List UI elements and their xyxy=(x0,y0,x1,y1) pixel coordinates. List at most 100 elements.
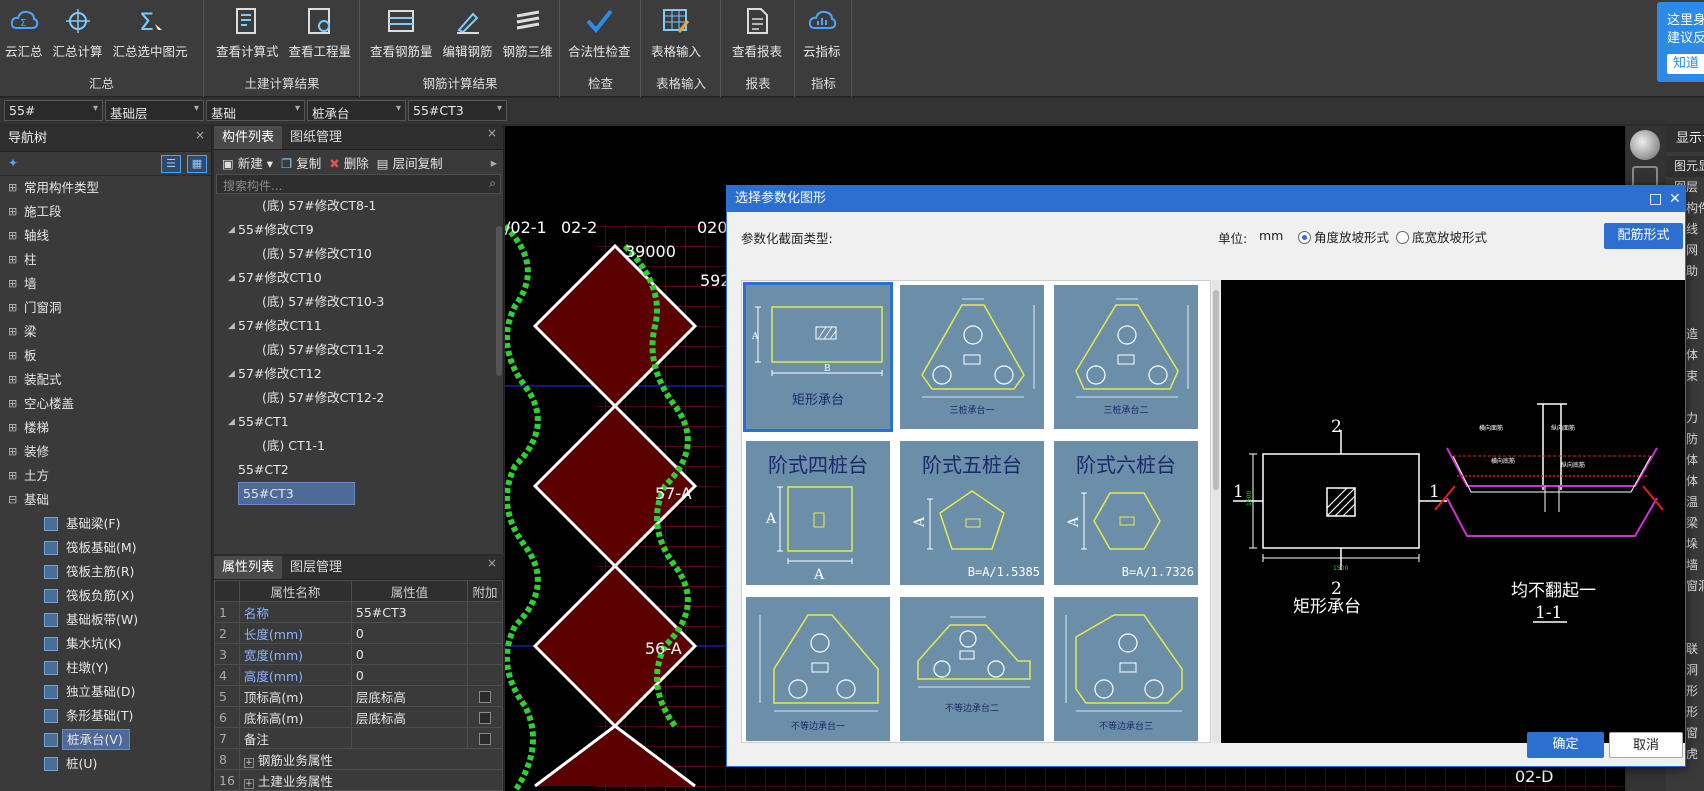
component-item[interactable]: (底) 57#修改CT10-3 xyxy=(214,290,503,314)
tree-collapse-icon[interactable]: ◢ xyxy=(228,266,235,290)
component-item[interactable]: ◢ 57#修改CT10 xyxy=(214,266,503,290)
nav-item[interactable]: ⊞ 门窗洞 xyxy=(0,296,211,320)
property-row[interactable]: 16 + 土建业务属性 xyxy=(214,769,504,791)
expand-icon[interactable]: + xyxy=(243,778,254,789)
component-item[interactable]: ◢ 57#修改CT11 xyxy=(214,314,503,338)
nav-sub-item[interactable]: 筏板负筋(X) xyxy=(0,584,211,608)
shape-tile-three-pile-2[interactable]: 三桩承台二 xyxy=(1052,283,1200,431)
nav-sub-item[interactable]: 独立基础(D) xyxy=(0,680,211,704)
table-input-button[interactable]: 表格输入 xyxy=(646,4,706,60)
nav-item[interactable]: ⊞ 装配式 xyxy=(0,368,211,392)
nav-item[interactable]: ⊟ 基础 xyxy=(0,488,211,512)
property-value[interactable]: 55#CT3 xyxy=(350,601,468,623)
property-row[interactable]: 8 + 钢筋业务属性 xyxy=(214,748,504,770)
shape-tile-unequal-2[interactable]: 不等边承台二 xyxy=(898,595,1046,742)
tree-collapse-icon[interactable]: ◢ xyxy=(228,218,235,242)
nav-sub-item[interactable]: 条形基础(T) xyxy=(0,704,211,728)
component-item[interactable]: (底) 57#修改CT11-2 xyxy=(214,338,503,362)
tab-layer-management[interactable]: 图层管理 xyxy=(282,556,350,579)
expand-icon[interactable]: ⊞ xyxy=(8,224,17,248)
nav-item[interactable]: ⊞ 墙 xyxy=(0,272,211,296)
validity-check-button[interactable]: 合法性检查 xyxy=(563,4,636,60)
shape-tile-unequal-1[interactable]: 不等边承台一 xyxy=(744,595,892,742)
more-icon[interactable]: ▸ xyxy=(491,155,497,170)
shape-tile-step-four-pile[interactable]: 阶式四桩台 A A xyxy=(744,439,892,587)
nav-sub-item[interactable]: 基础板带(W) xyxy=(0,608,211,632)
search-icon[interactable]: ⌕ xyxy=(489,176,496,191)
cloud-summary-button[interactable]: Σ 云汇总 xyxy=(0,4,48,60)
layer-select[interactable]: 基础层 xyxy=(105,100,204,121)
summary-calc-button[interactable]: 汇总计算 xyxy=(48,4,108,60)
nav-sub-item[interactable]: 桩承台(V) xyxy=(0,728,211,752)
expand-icon[interactable]: ⊞ xyxy=(8,392,17,416)
expand-icon[interactable]: ⊞ xyxy=(8,200,17,224)
property-row[interactable]: 5 顶标高(m) 层底标高 xyxy=(214,685,504,707)
shape-tile-step-six-pile[interactable]: 阶式六桩台 A B=A/1.7326 xyxy=(1052,439,1200,587)
expand-icon[interactable]: ⊞ xyxy=(8,320,17,344)
nav-item[interactable]: ⊞ 楼梯 xyxy=(0,416,211,440)
expand-icon[interactable]: ⊞ xyxy=(8,416,17,440)
nav-item[interactable]: ⊞ 土方 xyxy=(0,464,211,488)
expand-icon[interactable]: ⊞ xyxy=(8,464,17,488)
got-it-button[interactable]: 知道 xyxy=(1667,54,1704,74)
view-3d-icon[interactable] xyxy=(1630,130,1660,160)
nav-item[interactable]: ⊞ 板 xyxy=(0,344,211,368)
maximize-icon[interactable]: □ xyxy=(1649,186,1662,212)
component-item[interactable]: (底) 57#修改CT10 xyxy=(214,242,503,266)
type-select[interactable]: 桩承台 xyxy=(307,100,406,121)
rebar-3d-button[interactable]: 钢筋三维 xyxy=(498,4,558,60)
property-value[interactable]: 0 xyxy=(350,622,468,644)
component-item[interactable]: ◢ 57#修改CT12 xyxy=(214,362,503,386)
component-item[interactable]: (底) 57#修改CT12-2 xyxy=(214,386,503,410)
view-report-button[interactable]: 查看报表 xyxy=(727,4,787,60)
expand-icon[interactable]: ⊞ xyxy=(8,296,17,320)
property-row[interactable]: 1 名称 55#CT3 xyxy=(214,601,504,623)
expand-icon[interactable]: ⊞ xyxy=(8,248,17,272)
close-icon[interactable]: × xyxy=(487,126,497,149)
tab-component-list[interactable]: 构件列表 xyxy=(214,126,283,149)
component-item[interactable]: (底) CT1-1 xyxy=(214,434,503,458)
shape-tile-rect-cap[interactable]: A B 矩形承台 xyxy=(743,282,893,432)
close-icon[interactable]: ✕ xyxy=(1669,186,1681,212)
nav-item[interactable]: ⊞ 空心楼盖 xyxy=(0,392,211,416)
view-quantity-button[interactable]: 查看工程量 xyxy=(284,4,357,60)
shape-tile-unequal-3[interactable]: 不等边承台三 xyxy=(1052,595,1200,742)
expand-icon[interactable]: ⊞ xyxy=(8,344,17,368)
property-row[interactable]: 3 宽度(mm) 0 xyxy=(214,643,504,665)
property-row[interactable]: 6 底标高(m) 层底标高 xyxy=(214,706,504,728)
cancel-button[interactable]: 取消 xyxy=(1609,732,1683,758)
pin-icon[interactable]: ✦ xyxy=(8,156,18,170)
component-item[interactable]: 55#CT3 xyxy=(214,482,503,506)
nav-sub-item[interactable]: 筏板基础(M) xyxy=(0,536,211,560)
tab-drawing-management[interactable]: 图纸管理 xyxy=(282,126,350,149)
nav-sub-item[interactable]: 集水坑(K) xyxy=(0,632,211,656)
list-view-icon[interactable]: ☰ xyxy=(161,155,181,173)
ok-button[interactable]: 确定 xyxy=(1527,732,1604,758)
gallery-scrollbar[interactable] xyxy=(1212,280,1220,743)
nav-item[interactable]: ⊞ 施工段 xyxy=(0,200,211,224)
component-item[interactable]: 55#CT2 xyxy=(214,458,503,482)
floor-copy-button[interactable]: ▤ 层间复制 xyxy=(377,153,443,172)
view-formula-button[interactable]: 查看计算式 xyxy=(211,4,284,60)
nav-item[interactable]: ⊞ 梁 xyxy=(0,320,211,344)
component-select[interactable]: 55#CT3 xyxy=(408,100,507,121)
checkbox[interactable] xyxy=(478,691,491,703)
expand-icon[interactable]: ⊞ xyxy=(8,176,17,200)
delete-button[interactable]: ✖ 删除 xyxy=(329,153,368,172)
expand-icon[interactable]: + xyxy=(243,757,254,768)
expand-icon[interactable]: ⊞ xyxy=(8,368,17,392)
new-button[interactable]: ▣ 新建 ▾ xyxy=(222,153,273,172)
property-row[interactable]: 2 长度(mm) 0 xyxy=(214,622,504,644)
radio-angle-slope[interactable]: 角度放坡形式 xyxy=(1298,227,1389,246)
nav-sub-item[interactable]: 柱墩(Y) xyxy=(0,656,211,680)
nav-item[interactable]: ⊞ 柱 xyxy=(0,248,211,272)
property-row[interactable]: 4 高度(mm) 0 xyxy=(214,664,504,686)
property-value[interactable]: 层底标高 xyxy=(350,685,468,707)
property-value[interactable]: 层底标高 xyxy=(350,706,468,728)
floor-select[interactable]: 55# xyxy=(4,100,103,121)
checkbox[interactable] xyxy=(478,733,491,745)
tree-collapse-icon[interactable]: ◢ xyxy=(228,362,235,386)
comp-scrollbar[interactable] xyxy=(496,226,502,376)
tree-collapse-icon[interactable]: ◢ xyxy=(228,410,235,434)
radio-bottom-width-slope[interactable]: 底宽放坡形式 xyxy=(1396,227,1487,246)
